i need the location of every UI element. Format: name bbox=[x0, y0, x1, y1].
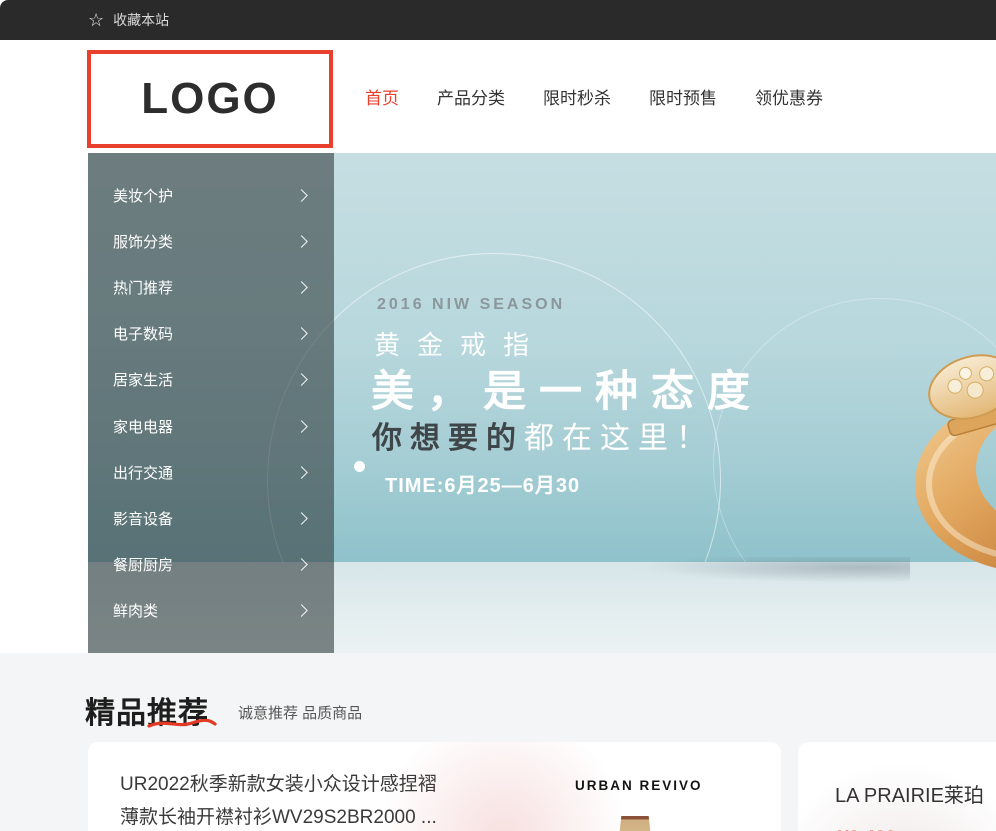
chevron-right-icon bbox=[295, 604, 308, 617]
nav-item-presale[interactable]: 限时预售 bbox=[649, 84, 717, 109]
sidebar-item-label: 家电电器 bbox=[113, 416, 173, 437]
sidebar-item-label: 出行交通 bbox=[113, 462, 173, 483]
sidebar-item-appliances[interactable]: 家电电器 bbox=[88, 403, 334, 449]
sidebar-item-label: 电子数码 bbox=[113, 323, 173, 344]
sidebar-item-label: 服饰分类 bbox=[113, 231, 173, 252]
chevron-right-icon bbox=[295, 235, 308, 248]
sidebar-item-label: 餐厨厨房 bbox=[113, 554, 173, 575]
product-card-la-prairie[interactable]: LA PRAIRIE莱珀 ¥3,480 bbox=[798, 742, 996, 831]
logo-text: LOGO bbox=[141, 74, 279, 124]
banner-slogan-light: 都在这里！ bbox=[524, 422, 714, 455]
chevron-right-icon bbox=[295, 558, 308, 571]
chevron-right-icon bbox=[295, 512, 308, 525]
nav-item-flash-sale[interactable]: 限时秒杀 bbox=[543, 84, 611, 109]
chevron-right-icon bbox=[295, 466, 308, 479]
banner-headline: 美，是一种态度 bbox=[371, 357, 763, 419]
sidebar-item-label: 热门推荐 bbox=[113, 277, 173, 298]
banner-time-label: TIME:6月25—6月30 bbox=[385, 469, 580, 498]
sidebar-item-home-life[interactable]: 居家生活 bbox=[88, 357, 334, 403]
chevron-right-icon bbox=[295, 281, 308, 294]
ring-shadow bbox=[640, 557, 910, 583]
banner-slogan: 你想要的都在这里！ bbox=[372, 413, 714, 457]
product-card-urban-revivo[interactable]: UR2022秋季新款女装小众设计感捏褶 薄款长袖开襟衬衫WV29S2BR2000… bbox=[88, 742, 781, 831]
sidebar-item-label: 居家生活 bbox=[113, 369, 173, 390]
nav-item-home[interactable]: 首页 bbox=[365, 84, 399, 109]
sidebar-item-electronics[interactable]: 电子数码 bbox=[88, 311, 334, 357]
nav-item-categories[interactable]: 产品分类 bbox=[437, 84, 505, 109]
banner-slogan-dark: 你想要的 bbox=[372, 422, 524, 455]
sidebar-item-kitchen[interactable]: 餐厨厨房 bbox=[88, 542, 334, 588]
site-logo[interactable]: LOGO bbox=[87, 50, 333, 148]
sidebar-item-label: 影音设备 bbox=[113, 508, 173, 529]
product-title: LA PRAIRIE莱珀 bbox=[835, 779, 984, 808]
sidebar-item-hot[interactable]: 热门推荐 bbox=[88, 264, 334, 310]
banner-season-label: 2016 NIW SEASON bbox=[377, 296, 565, 314]
product-image-shirt bbox=[617, 816, 653, 831]
sidebar-item-transport[interactable]: 出行交通 bbox=[88, 449, 334, 495]
category-sidebar: 美妆个护 服饰分类 热门推荐 电子数码 居家生活 家电电器 出行交通 影音设备 bbox=[88, 153, 334, 653]
recommend-section-subtitle: 诚意推荐 品质商品 bbox=[238, 702, 362, 723]
sidebar-item-audio-video[interactable]: 影音设备 bbox=[88, 495, 334, 541]
chevron-right-icon bbox=[295, 327, 308, 340]
gold-ring-image bbox=[910, 339, 996, 579]
favorite-site-link[interactable]: ☆ 收藏本站 bbox=[88, 10, 169, 30]
chevron-right-icon bbox=[295, 420, 308, 433]
product-title: UR2022秋季新款女装小众设计感捏褶 薄款长袖开襟衬衫WV29S2BR2000… bbox=[120, 768, 437, 831]
sidebar-item-label: 鲜肉类 bbox=[113, 600, 158, 621]
sidebar-item-beauty[interactable]: 美妆个护 bbox=[88, 172, 334, 218]
sidebar-item-fresh-meat[interactable]: 鲜肉类 bbox=[88, 588, 334, 634]
main-nav: 首页 产品分类 限时秒杀 限时预售 领优惠券 bbox=[365, 40, 823, 153]
product-title-line2: 薄款长袖开襟衬衫WV29S2BR2000 ... bbox=[120, 801, 437, 831]
favorite-site-label: 收藏本站 bbox=[113, 10, 169, 30]
site-header: LOGO 首页 产品分类 限时秒杀 限时预售 领优惠券 bbox=[0, 40, 996, 153]
decorative-dot bbox=[354, 461, 365, 472]
product-title-line1: UR2022秋季新款女装小众设计感捏褶 bbox=[120, 768, 437, 801]
chevron-right-icon bbox=[295, 189, 308, 202]
product-brand-logo: URBAN REVIVO bbox=[575, 778, 703, 793]
sidebar-item-apparel[interactable]: 服饰分类 bbox=[88, 218, 334, 264]
chevron-right-icon bbox=[295, 373, 308, 386]
red-swoosh-underline bbox=[147, 719, 217, 729]
star-icon: ☆ bbox=[88, 11, 104, 29]
top-utility-bar: ☆ 收藏本站 bbox=[0, 0, 996, 40]
nav-item-coupons[interactable]: 领优惠券 bbox=[755, 84, 823, 109]
storefront-page: ☆ 收藏本站 LOGO 首页 产品分类 限时秒杀 限时预售 领优惠券 2016 … bbox=[0, 0, 996, 831]
sidebar-item-label: 美妆个护 bbox=[113, 185, 173, 206]
